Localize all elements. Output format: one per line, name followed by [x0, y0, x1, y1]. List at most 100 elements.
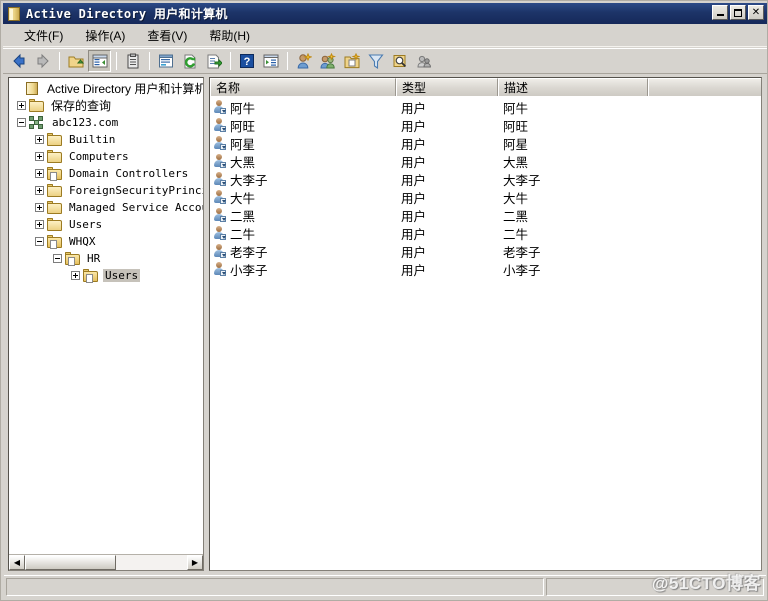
table-row[interactable]: 阿牛 用户 阿牛: [210, 98, 761, 116]
cell-type: 用户: [401, 173, 427, 188]
close-button[interactable]: ✕: [748, 5, 764, 20]
help-icon[interactable]: ?: [235, 50, 258, 72]
cell-type: 用户: [401, 137, 427, 152]
table-row[interactable]: 阿星 用户 阿星: [210, 134, 761, 152]
console-tree: Active Directory 用户和计算机 保存的查询 abc123.com…: [9, 78, 203, 554]
export-list-icon[interactable]: [202, 50, 225, 72]
row-name-text: 阿旺: [230, 119, 256, 134]
expander-plus-icon[interactable]: [35, 152, 44, 161]
menubar: 文件(F) 操作(A) 查看(V) 帮助(H): [3, 25, 767, 47]
menu-help[interactable]: 帮助(H): [198, 25, 261, 46]
tree-node-label: ForeignSecurityPrincip: [69, 184, 203, 197]
folder-icon: [47, 132, 63, 147]
table-row[interactable]: 大李子 用户 大李子: [210, 170, 761, 188]
table-row[interactable]: 老李子 用户 老李子: [210, 242, 761, 260]
show-hide-tree-icon[interactable]: [88, 50, 111, 72]
cell-description: 阿牛: [503, 101, 529, 116]
column-header-type[interactable]: 类型: [396, 78, 498, 96]
column-header-description[interactable]: 描述: [498, 78, 648, 96]
tree-node-label: Builtin: [69, 133, 116, 146]
forward-icon[interactable]: [31, 50, 54, 72]
list-view-icon[interactable]: [154, 50, 177, 72]
saved-query-icon[interactable]: [412, 50, 435, 72]
menu-action[interactable]: 操作(A): [74, 25, 136, 46]
maximize-button[interactable]: [730, 5, 746, 20]
cell-name: 阿旺: [210, 116, 396, 135]
cell-type: 用户: [401, 101, 427, 116]
tree-horizontal-scrollbar[interactable]: ◀ ▶: [9, 554, 203, 570]
window-titlebar: Active Directory 用户和计算机 ✕: [3, 3, 767, 24]
expander-minus-icon[interactable]: [35, 237, 44, 246]
table-row[interactable]: 大牛 用户 大牛: [210, 188, 761, 206]
statusbar-right: [546, 577, 764, 596]
tree-node-builtin[interactable]: Builtin: [9, 131, 203, 148]
scroll-thumb[interactable]: [25, 555, 116, 570]
row-name-text: 大牛: [230, 191, 256, 206]
up-one-level-icon[interactable]: [64, 50, 87, 72]
toolbar-separator: [287, 52, 288, 70]
row-name-text: 二牛: [230, 227, 256, 242]
expander-plus-icon[interactable]: [17, 101, 26, 110]
new-group-icon[interactable]: [316, 50, 339, 72]
results-list-pane[interactable]: 名称 类型 描述 阿牛 用户 阿牛 阿旺 用户 阿旺 阿星 用户 阿星 大黑 用…: [209, 77, 762, 571]
table-row[interactable]: 二黑 用户 二黑: [210, 206, 761, 224]
cell-name: 大李子: [210, 170, 396, 189]
table-row[interactable]: 二牛 用户 二牛: [210, 224, 761, 242]
menu-file[interactable]: 文件(F): [13, 25, 74, 46]
tree-node-hr[interactable]: HR: [9, 250, 203, 267]
row-name-text: 阿牛: [230, 101, 256, 116]
scroll-left-arrow-icon[interactable]: ◀: [9, 555, 25, 570]
table-row[interactable]: 大黑 用户 大黑: [210, 152, 761, 170]
expander-plus-icon[interactable]: [35, 203, 44, 212]
expander-minus-icon[interactable]: [53, 254, 62, 263]
cell-description: 二牛: [503, 227, 529, 242]
cell-type: 用户: [401, 119, 427, 134]
back-icon[interactable]: [7, 50, 30, 72]
statusbar-left: [6, 577, 544, 596]
expander-none-icon: [13, 84, 22, 93]
scroll-track[interactable]: [25, 555, 187, 570]
tree-node-domain-controllers[interactable]: Domain Controllers: [9, 165, 203, 182]
expander-plus-icon[interactable]: [71, 271, 80, 280]
tree-node-label: 保存的查询: [51, 99, 112, 113]
new-user-icon[interactable]: [292, 50, 315, 72]
user-icon: [213, 99, 227, 115]
column-header-name[interactable]: 名称: [210, 78, 396, 96]
scroll-right-arrow-icon[interactable]: ▶: [187, 555, 203, 570]
tree-node-label: Users: [69, 218, 103, 231]
cell-name: 阿星: [210, 134, 396, 153]
tree-node-saved-queries[interactable]: 保存的查询: [9, 97, 203, 114]
ou-folder-icon: [65, 251, 81, 266]
find-icon[interactable]: [388, 50, 411, 72]
expander-plus-icon[interactable]: [35, 220, 44, 229]
expander-plus-icon[interactable]: [35, 169, 44, 178]
tree-node-whqx[interactable]: WHQX: [9, 233, 203, 250]
menu-view[interactable]: 查看(V): [136, 25, 198, 46]
window-controls: ✕: [712, 5, 764, 20]
filter-icon[interactable]: [364, 50, 387, 72]
cell-description: 阿星: [503, 137, 529, 152]
show-console-tree-icon[interactable]: [259, 50, 282, 72]
tree-node-computers[interactable]: Computers: [9, 148, 203, 165]
table-row[interactable]: 阿旺 用户 阿旺: [210, 116, 761, 134]
table-row[interactable]: 小李子 用户 小李子: [210, 260, 761, 278]
expander-plus-icon[interactable]: [35, 186, 44, 195]
tree-node-foreign-security-principals[interactable]: ForeignSecurityPrincip: [9, 182, 203, 199]
tree-node-root[interactable]: Active Directory 用户和计算机: [9, 80, 203, 97]
tree-node-label: WHQX: [69, 235, 96, 248]
expander-minus-icon[interactable]: [17, 118, 26, 127]
properties-icon[interactable]: [121, 50, 144, 72]
tree-node-managed-service-accounts[interactable]: Managed Service Accoun: [9, 199, 203, 216]
tree-node-hr-users[interactable]: Users: [9, 267, 203, 284]
console-tree-pane[interactable]: Active Directory 用户和计算机 保存的查询 abc123.com…: [8, 77, 204, 571]
console-root-icon: [25, 81, 40, 96]
refresh-icon[interactable]: [178, 50, 201, 72]
tree-node-label: Domain Controllers: [69, 167, 189, 180]
new-ou-icon[interactable]: [340, 50, 363, 72]
column-header-spare[interactable]: [648, 78, 761, 96]
expander-plus-icon[interactable]: [35, 135, 44, 144]
cell-description: 大李子: [503, 173, 541, 188]
tree-node-domain[interactable]: abc123.com: [9, 114, 203, 131]
tree-node-users[interactable]: Users: [9, 216, 203, 233]
minimize-button[interactable]: [712, 5, 728, 20]
